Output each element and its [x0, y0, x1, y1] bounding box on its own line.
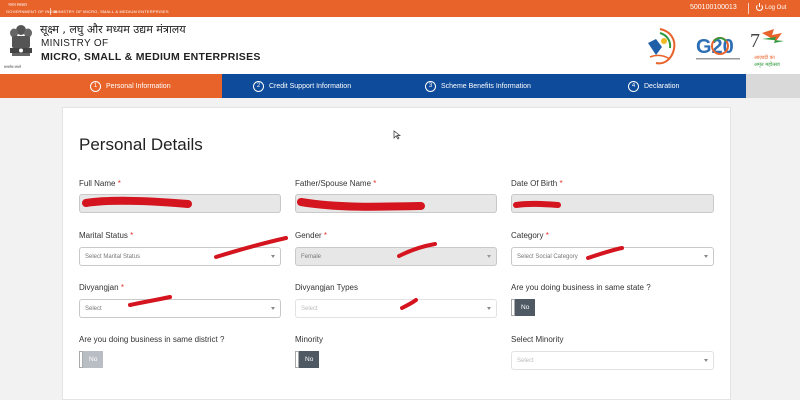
step-label: Personal Information [106, 82, 171, 90]
page-title: Personal Details [79, 135, 203, 154]
user-id: 500100100013 [690, 4, 737, 11]
national-emblem-icon [10, 25, 32, 56]
mouse-cursor-icon [393, 130, 401, 140]
gender-label: Gender * [295, 231, 328, 240]
redaction-mark [82, 196, 192, 208]
toggle-no: No [83, 351, 104, 368]
g20-logo-icon: G20 [696, 36, 740, 60]
azadi-amrit-mahotsav-logo-icon: 7 आज़ादी का अमृत महोत्सव [750, 29, 784, 68]
ministry-hindi-title: सूक्ष्म , लघु और मध्यम उद्यम मंत्रालय [40, 23, 186, 36]
step-label: Credit Support Information [269, 82, 352, 90]
msme-title: MICRO, SMALL & MEDIUM ENTERPRISES [41, 51, 261, 63]
marital-status-label: Marital Status * [79, 231, 134, 240]
scheme-logo-icon [648, 28, 676, 65]
category-label: Category * [511, 231, 549, 240]
step-number: 1 [90, 80, 101, 92]
power-icon [756, 3, 763, 11]
same-state-label: Are you doing business in same state ? [511, 283, 651, 292]
chevron-down-icon [704, 255, 708, 258]
full-name-label: Full Name * [79, 179, 121, 188]
svg-text:आज़ादी का: आज़ादी का [754, 54, 775, 61]
divider [748, 3, 749, 14]
dob-label: Date Of Birth * [511, 179, 563, 188]
redaction-mark [586, 246, 624, 260]
divyangjan-types-label: Divyangjan Types [295, 283, 358, 292]
toggle-no: No [299, 351, 320, 368]
step-number: 4 [628, 80, 639, 92]
step-credit-support-information[interactable]: 2 Credit Support Information [253, 74, 351, 98]
father-name-label: Father/Spouse Name * [295, 179, 377, 188]
ministry-of-label: MINISTRY OF [41, 38, 109, 49]
same-district-label: Are you doing business in same district … [79, 335, 225, 344]
chevron-down-icon [487, 255, 491, 258]
logout-label: Log Out [765, 4, 787, 11]
redaction-mark [297, 198, 425, 211]
minority-label: Minority [295, 335, 324, 344]
step-scheme-benefits-information[interactable]: 3 Scheme Benefits Information [425, 74, 531, 98]
redaction-mark [214, 236, 288, 259]
site-header: सत्यमेव जयते सूक्ष्म , लघु और मध्यम उद्य… [0, 17, 800, 74]
minority-toggle[interactable]: No [295, 351, 320, 368]
chevron-down-icon [271, 307, 275, 310]
divyangjan-select[interactable]: Select [79, 299, 281, 318]
svg-text:अमृत महोत्सव: अमृत महोत्सव [754, 61, 780, 68]
step-label: Declaration [644, 82, 680, 90]
logout-button[interactable]: Log Out [756, 3, 787, 11]
step-number: 2 [253, 80, 264, 92]
step-personal-information[interactable]: 1 Personal Information [90, 74, 171, 98]
redaction-mark [513, 200, 561, 208]
redaction-mark [128, 295, 172, 307]
select-minority-label: Select Minority [511, 335, 564, 344]
emblem-caption: सत्यमेव जयते [4, 65, 22, 69]
redaction-mark [397, 242, 437, 258]
divider [50, 8, 51, 15]
hindi-gov-small: भारत सरकार [8, 2, 27, 7]
step-label: Scheme Benefits Information [441, 82, 531, 90]
step-declaration[interactable]: 4 Declaration [628, 74, 679, 98]
chevron-down-icon [704, 359, 708, 362]
svg-text:7: 7 [750, 30, 760, 52]
select-minority-select[interactable]: Select [511, 351, 714, 370]
ministry-small: MINISTRY OF MICRO, SMALL & MEDIUM ENTERP… [54, 9, 169, 14]
divyangjan-types-select[interactable]: Select [295, 299, 497, 318]
chevron-down-icon [487, 307, 491, 310]
top-bar: भारत सरकार GOVERNMENT OF INDIA MINISTRY … [0, 0, 800, 17]
step-number: 3 [425, 80, 436, 92]
divyangjan-label: Divyangjan * [79, 283, 124, 292]
toggle-no: No [515, 299, 536, 316]
same-district-toggle[interactable]: No [79, 351, 104, 368]
redaction-mark [400, 298, 418, 310]
same-state-toggle[interactable]: No [511, 299, 536, 316]
